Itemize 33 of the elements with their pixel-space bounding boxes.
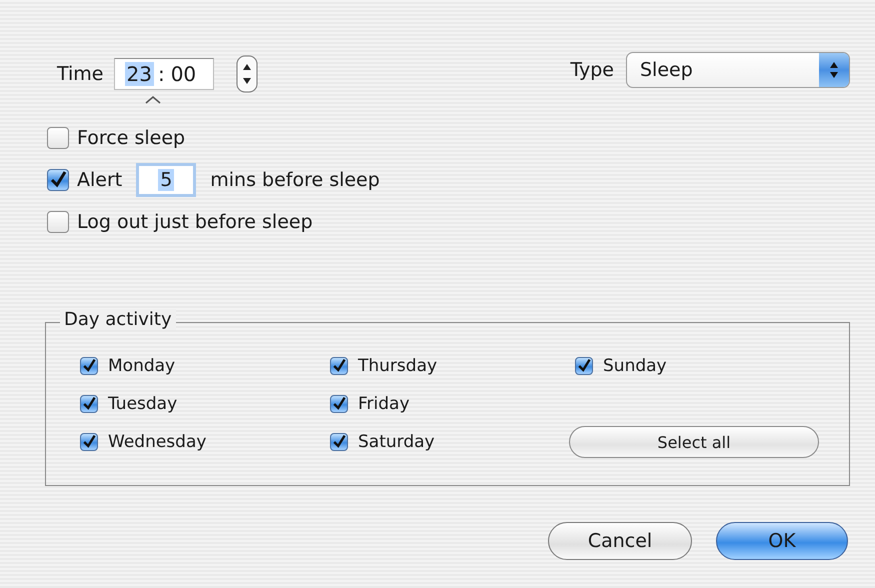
checkbox[interactable] [80, 433, 98, 451]
checkbox[interactable] [47, 127, 69, 149]
group-title: Day activity [60, 309, 176, 330]
cancel-button[interactable]: Cancel [548, 522, 692, 560]
day-label: Friday [358, 394, 410, 414]
checkbox[interactable] [330, 357, 348, 375]
time-field[interactable]: 23 : 00 [114, 58, 214, 90]
type-label: Type [570, 59, 614, 81]
day-label: Sunday [603, 356, 667, 376]
day-label: Saturday [358, 432, 435, 452]
ok-button[interactable]: OK [716, 522, 848, 560]
up-down-arrows-icon[interactable] [819, 53, 849, 87]
time-label: Time [57, 63, 104, 85]
checkbox-label: Force sleep [77, 127, 186, 149]
day-label: Tuesday [108, 394, 178, 414]
caret-icon [145, 96, 161, 104]
type-dropdown[interactable]: Sleep [626, 52, 850, 88]
stepper-icon[interactable] [236, 55, 258, 93]
minutes-field[interactable]: 5 [136, 163, 196, 197]
day-label: Monday [108, 356, 176, 376]
checkbox[interactable] [330, 433, 348, 451]
day-label: Wednesday [108, 432, 206, 452]
checkbox[interactable] [80, 357, 98, 375]
checkbox-label: Log out just before sleep [77, 211, 313, 233]
checkbox[interactable] [47, 211, 69, 233]
checkbox[interactable] [330, 395, 348, 413]
field-suffix: mins before sleep [210, 169, 380, 191]
day-label: Thursday [358, 356, 438, 376]
checkbox-label: Alert [77, 169, 122, 191]
checkbox[interactable] [575, 357, 593, 375]
checkbox[interactable] [80, 395, 98, 413]
checkbox[interactable] [47, 169, 69, 191]
select-all-button[interactable]: Select all [569, 426, 819, 458]
